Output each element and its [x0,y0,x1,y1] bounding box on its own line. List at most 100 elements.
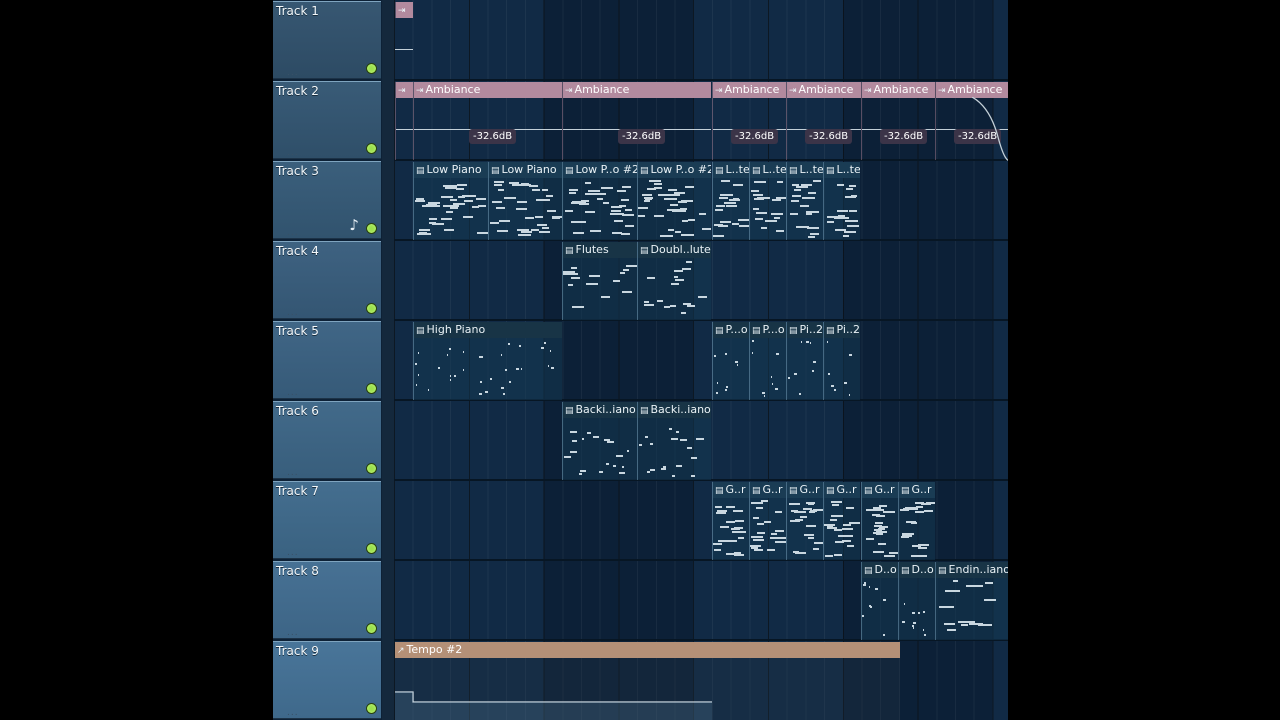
clip-header[interactable]: ▤ Doubl..lutes [638,242,711,258]
piano-roll-icon[interactable]: ▤ [715,323,724,338]
piano-roll-icon[interactable]: ▤ [752,483,761,498]
pattern-clip[interactable]: ▤ Low P..o #2 [562,162,637,240]
pattern-clip[interactable]: ▤ G..r [861,482,898,560]
automation-clip-tempo[interactable]: ↗ Tempo #2 [395,642,900,720]
track-menu-dots[interactable]: ... [287,468,299,478]
piano-roll-icon[interactable]: ▤ [565,163,574,178]
clip-header[interactable]: ▤ Low Piano [414,162,488,178]
audio-clip-icon[interactable]: ⇥ [398,3,406,18]
pattern-clip[interactable]: ▤ Backi..iano [637,402,711,480]
track-header-9[interactable]: Track 9 ... [273,641,381,719]
clip-header[interactable]: ▤ G..r [713,482,749,498]
header-divider[interactable] [382,0,394,720]
piano-roll-icon[interactable]: ▤ [752,163,761,178]
pattern-clip[interactable]: ▤ L..te [749,162,786,240]
piano-roll-icon[interactable]: ▤ [491,163,500,178]
piano-roll-icon[interactable]: ▤ [864,483,873,498]
audio-clip-ambiance[interactable]: ⇥ Ambiance -32.6dB [562,82,711,160]
piano-roll-icon[interactable]: ▤ [901,483,910,498]
pattern-clip[interactable]: ▤ G..r [823,482,860,560]
track-menu-dots[interactable]: ... [287,148,299,158]
clip-header[interactable]: ⇥ Ambiance [563,82,711,98]
track-active-led[interactable] [366,63,377,74]
pattern-clip[interactable]: ▤ Backi..iano [562,402,637,480]
audio-clip-icon[interactable]: ⇥ [715,83,723,98]
track-menu-dots[interactable]: ... [287,228,299,238]
pattern-clip[interactable]: ▤ Low P..o #2 [637,162,711,240]
clip-header[interactable]: ▤ D..o [899,562,935,578]
pattern-clip[interactable]: ▤ L..te [786,162,823,240]
clip-header[interactable]: ▤ G..r [899,482,935,498]
track-menu-dots[interactable]: ... [287,388,299,398]
pattern-clip[interactable]: ▤ G..r [712,482,749,560]
track-active-led[interactable] [366,703,377,714]
volume-fade-curve[interactable] [972,97,1008,161]
clip-header[interactable]: ▤ Low Piano [489,162,562,178]
pattern-clip[interactable]: ▤ L..te [712,162,749,240]
pattern-clip[interactable]: ▤ G..r [898,482,935,560]
track-active-led[interactable] [366,463,377,474]
pattern-clip[interactable]: ▤ Pi..2 [786,322,823,400]
audio-clip-ambiance[interactable]: ⇥ Ambiance -32.6dB [786,82,861,160]
piano-roll-icon[interactable]: ▤ [901,563,910,578]
playlist-grid[interactable]: ⇥ ⇥ ⇥ Ambiance -32.6dB ⇥ Ambiance -32.6dB ⇥ Ambia… [394,0,1008,720]
track-header-1[interactable]: Track 1 ... [273,1,381,79]
clip-header[interactable]: ▤ D..o [862,562,898,578]
pattern-clip[interactable]: ▤ Low Piano [488,162,562,240]
automation-icon[interactable]: ↗ [397,643,405,658]
track-active-led[interactable] [366,303,377,314]
piano-roll-icon[interactable]: ▤ [864,563,873,578]
clip-header[interactable]: ↗ Tempo #2 [395,642,900,658]
clip-header[interactable]: ⇥ Ambiance [713,82,786,98]
pattern-clip[interactable]: ▤ Pi..2 [823,322,860,400]
piano-roll-icon[interactable]: ▤ [640,163,649,178]
clip-header[interactable]: ⇥ [396,82,413,98]
audio-clip-icon[interactable]: ⇥ [416,83,424,98]
clip-header[interactable]: ⇥ [396,2,413,18]
clip-header[interactable]: ▤ Backi..iano [563,402,637,418]
track-menu-dots[interactable]: ... [287,308,299,318]
clip-header[interactable]: ▤ P...o [713,322,749,338]
clip-header[interactable]: ▤ L..te [713,162,749,178]
audio-clip-icon[interactable]: ⇥ [938,83,946,98]
piano-roll-icon[interactable]: ▤ [789,483,798,498]
clip-header[interactable]: ▤ G..r [862,482,898,498]
pattern-clip[interactable]: ▤ High Piano [413,322,562,400]
piano-roll-icon[interactable]: ▤ [416,323,425,338]
track-active-led[interactable] [366,143,377,154]
pattern-clip[interactable]: ▤ D..o [898,562,935,640]
piano-roll-icon[interactable]: ▤ [826,163,835,178]
clip-header[interactable]: ⇥ Ambiance [414,82,562,98]
pattern-clip[interactable]: ▤ P...o [749,322,786,400]
piano-roll-icon[interactable]: ▤ [715,483,724,498]
clip-header[interactable]: ▤ L..te [750,162,786,178]
pattern-clip[interactable]: ▤ L..te [823,162,860,240]
clip-header[interactable]: ⇥ Ambiance [862,82,935,98]
audio-clip-icon[interactable]: ⇥ [789,83,797,98]
track-header-6[interactable]: Track 6 ... [273,401,381,479]
piano-roll-icon[interactable]: ▤ [789,323,798,338]
pattern-clip[interactable]: ▤ P...o [712,322,749,400]
track-header-7[interactable]: Track 7 ... [273,481,381,559]
audio-clip-ambiance[interactable]: ⇥ [395,82,413,160]
pattern-clip[interactable]: ▤ Low Piano [413,162,488,240]
track-header-2[interactable]: Track 2 ... [273,81,381,159]
track-active-led[interactable] [366,223,377,234]
clip-header[interactable]: ▤ Low P..o #2 [638,162,711,178]
clip-header[interactable]: ▤ Pi..2 [787,322,823,338]
piano-roll-icon[interactable]: ▤ [640,243,649,258]
pattern-clip[interactable]: ▤ Flutes [562,242,637,320]
audio-clip-ambiance[interactable]: ⇥ Ambiance -32.6dB [861,82,935,160]
track-menu-dots[interactable]: ... [287,628,299,638]
piano-roll-icon[interactable]: ▤ [752,323,761,338]
clip-header[interactable]: ▤ P...o [750,322,786,338]
clip-header[interactable]: ▤ L..te [787,162,823,178]
clip-header[interactable]: ▤ G..r [787,482,823,498]
track-menu-dots[interactable]: ... [287,68,299,78]
pattern-clip[interactable]: ▤ Doubl..lutes [637,242,711,320]
track-active-led[interactable] [366,543,377,554]
clip-header[interactable]: ▤ L..te [824,162,860,178]
piano-roll-icon[interactable]: ▤ [826,483,835,498]
clip-header[interactable]: ⇥ Ambiance [936,82,1008,98]
audio-clip-ambiance[interactable]: ⇥ Ambiance -32.6dB [712,82,786,160]
